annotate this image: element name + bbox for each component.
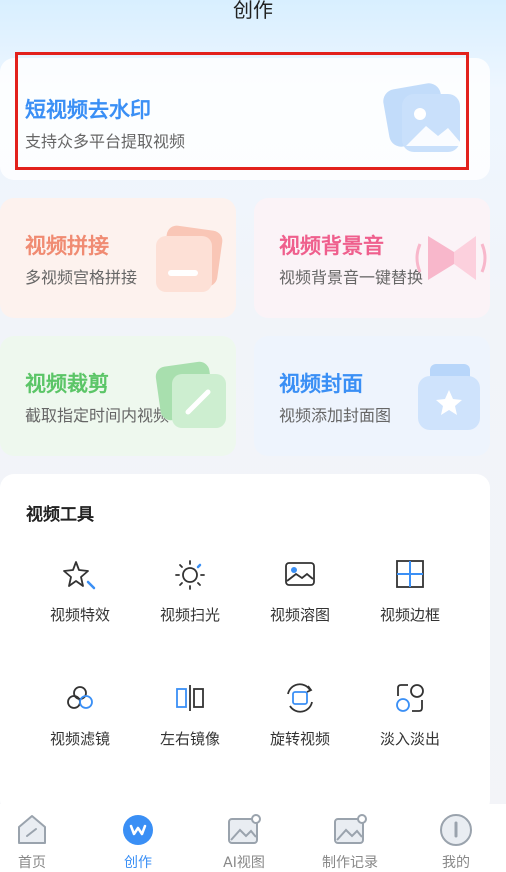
home-icon: [18, 815, 46, 844]
video-bgm-title: 视频背景音: [279, 234, 384, 258]
video-cover-title: 视频封面: [279, 372, 363, 396]
tab-label: 首页: [18, 855, 46, 871]
edit-icon: [155, 361, 226, 428]
tool-label: 视频边框: [379, 606, 440, 624]
profile-icon: [440, 814, 472, 846]
records-icon: [334, 814, 367, 844]
tool-video-blend[interactable]: 视频溶图: [250, 556, 350, 625]
video-crop-subtitle: 截取指定时间内视频: [25, 406, 170, 425]
cover-icon: [418, 364, 480, 430]
selection-highlight: [15, 52, 469, 170]
video-cover-subtitle: 视频添加封面图: [279, 406, 392, 425]
speaker-icon: [415, 236, 487, 280]
tool-label: 旋转视频: [269, 730, 330, 748]
tab-label: 制作记录: [322, 855, 378, 871]
video-tools-panel: 视频工具 视频特效 视频扫光 视频溶图 视频边框 视频滤镜 左右镜像 旋转视频 …: [0, 474, 490, 814]
video-crop-title: 视频裁剪: [25, 372, 109, 396]
rotate-icon: [287, 683, 313, 713]
fade-icon: [396, 684, 424, 712]
sun-icon: [175, 560, 205, 590]
tool-label: 淡入淡出: [379, 730, 440, 748]
tab-label: AI视图: [223, 855, 265, 871]
video-tools-title: 视频工具: [26, 505, 94, 525]
tool-video-sweep[interactable]: 视频扫光: [140, 556, 240, 625]
create-icon: [123, 815, 153, 845]
tab-label: 创作: [124, 855, 152, 871]
page-title: 创作: [233, 0, 273, 22]
star-sparkle-icon: [63, 561, 96, 590]
picture-icon: [285, 562, 315, 586]
tool-video-effects[interactable]: 视频特效: [30, 556, 130, 625]
tool-video-filter[interactable]: 视频滤镜: [30, 680, 130, 749]
video-stitch-card[interactable]: 视频拼接 多视频宫格拼接: [0, 198, 236, 318]
mirror-icon: [176, 685, 204, 711]
filter-circles-icon: [67, 686, 93, 709]
video-bgm-subtitle: 视频背景音一键替换: [279, 268, 424, 287]
tool-video-border[interactable]: 视频边框: [360, 556, 460, 625]
bottom-tab-bar: 首页 创作 AI视图 制作记录 我的: [0, 804, 506, 872]
video-stitch-title: 视频拼接: [25, 234, 109, 258]
video-cover-card[interactable]: 视频封面 视频添加封面图: [254, 336, 490, 456]
video-bgm-card[interactable]: 视频背景音 视频背景音一键替换: [254, 198, 490, 318]
tool-label: 视频滤镜: [49, 730, 110, 748]
tool-mirror[interactable]: 左右镜像: [140, 680, 240, 749]
video-stitch-subtitle: 多视频宫格拼接: [25, 268, 138, 287]
tool-label: 视频扫光: [159, 606, 220, 624]
stack-icon: [156, 225, 223, 292]
tab-label: 我的: [442, 855, 470, 871]
video-crop-card[interactable]: 视频裁剪 截取指定时间内视频: [0, 336, 236, 456]
tool-label: 视频溶图: [269, 606, 330, 624]
tool-label: 左右镜像: [159, 730, 220, 748]
tool-rotate-video[interactable]: 旋转视频: [250, 680, 350, 749]
tool-label: 视频特效: [49, 606, 110, 624]
tool-fade-in-out[interactable]: 淡入淡出: [360, 680, 460, 749]
grid-frame-icon: [396, 560, 424, 588]
ai-image-icon: [228, 814, 261, 844]
